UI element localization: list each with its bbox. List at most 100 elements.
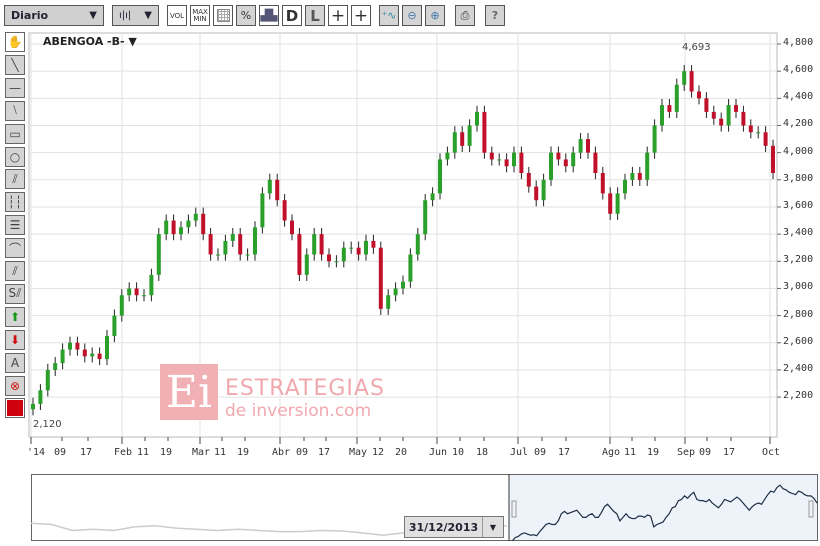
y-tick-label: 3,400 bbox=[783, 227, 814, 239]
candle-body bbox=[667, 105, 672, 112]
candle-body bbox=[578, 139, 583, 153]
candle-body bbox=[600, 173, 605, 194]
candle-body bbox=[38, 390, 43, 404]
chevron-down-icon: ▼ bbox=[128, 35, 137, 48]
x-tick-label: 09 bbox=[534, 447, 547, 458]
y-tick-label: 2,800 bbox=[783, 308, 814, 320]
candle-body bbox=[371, 240, 376, 248]
x-tick-label: Jun bbox=[429, 447, 448, 458]
candle-body bbox=[438, 159, 442, 194]
y-tick-label: 4,000 bbox=[783, 145, 814, 157]
candle-body bbox=[467, 125, 472, 146]
candle-body bbox=[134, 288, 139, 296]
y-tick-label: 4,400 bbox=[783, 91, 814, 103]
navigator-date-picker[interactable]: 31/12/2013 ▼ bbox=[404, 516, 504, 538]
candle-body bbox=[378, 247, 383, 309]
watermark-subtitle: de inversion.com bbox=[225, 401, 372, 421]
x-tick-label: 20 bbox=[395, 447, 408, 458]
candle-body bbox=[290, 220, 294, 235]
x-tick-label: 09 bbox=[54, 447, 67, 458]
candle-body bbox=[637, 173, 642, 180]
candle-body bbox=[608, 193, 613, 214]
candle-body bbox=[645, 152, 650, 180]
candle-body bbox=[504, 159, 509, 167]
candle-body bbox=[149, 274, 154, 296]
x-tick-label: May bbox=[349, 447, 368, 458]
candle-body bbox=[105, 335, 109, 360]
candle-body bbox=[319, 234, 324, 255]
candle-body bbox=[452, 132, 457, 153]
candle-body bbox=[164, 220, 169, 235]
y-tick-label: 2,200 bbox=[783, 390, 814, 402]
candle-body bbox=[771, 145, 775, 174]
y-tick-label: 2,600 bbox=[783, 335, 814, 347]
candle-body bbox=[267, 179, 272, 194]
y-tick-label: 3,800 bbox=[783, 172, 814, 184]
candle-body bbox=[282, 200, 287, 221]
candle-body bbox=[156, 234, 161, 275]
y-tick-label: 2,400 bbox=[783, 362, 814, 374]
x-tick-label: Sep bbox=[677, 447, 696, 458]
candle-body bbox=[719, 118, 724, 126]
symbol-selector[interactable]: ABENGOA -B- ▼ bbox=[43, 35, 137, 48]
candle-body bbox=[171, 220, 176, 235]
x-tick-label: Mar bbox=[192, 447, 211, 458]
plot-area bbox=[28, 32, 778, 438]
candle-body bbox=[45, 369, 50, 391]
candle-body bbox=[334, 261, 339, 263]
candle-body bbox=[704, 98, 709, 112]
candle-body bbox=[327, 254, 331, 262]
candle-body bbox=[674, 84, 679, 112]
y-tick-label: 3,000 bbox=[783, 281, 814, 293]
candle-body bbox=[593, 152, 598, 174]
candle-body bbox=[312, 234, 317, 255]
navigator-selection bbox=[509, 475, 817, 540]
candle-body bbox=[223, 240, 228, 255]
candle-body bbox=[75, 342, 80, 350]
candle-body bbox=[630, 173, 635, 180]
candle-body bbox=[193, 213, 198, 221]
watermark-title: ESTRATEGIAS bbox=[225, 376, 385, 401]
watermark-logo: Ei bbox=[160, 364, 218, 420]
candle-body bbox=[356, 247, 361, 255]
candle-body bbox=[756, 132, 761, 134]
candle-body bbox=[652, 125, 657, 153]
y-tick-label: 4,800 bbox=[783, 37, 814, 48]
min-price-label: 2,120 bbox=[33, 419, 62, 430]
x-tick-label: 10 bbox=[452, 447, 465, 458]
x-tick-label: Feb bbox=[114, 447, 133, 458]
x-tick-label: 18 bbox=[476, 447, 489, 458]
candle-body bbox=[460, 132, 465, 146]
candle-body bbox=[726, 105, 731, 126]
candle-body bbox=[541, 179, 546, 201]
candle-body bbox=[526, 173, 531, 187]
x-tick-label: 11 bbox=[624, 447, 637, 458]
x-tick-label: '14 bbox=[27, 447, 46, 458]
candle-body bbox=[90, 353, 95, 357]
candle-body bbox=[349, 247, 354, 249]
x-tick-label: 17 bbox=[318, 447, 331, 458]
x-tick-label: 09 bbox=[699, 447, 712, 458]
y-tick-label: 4,600 bbox=[783, 64, 814, 76]
x-tick-label: 09 bbox=[296, 447, 309, 458]
candle-body bbox=[430, 193, 435, 201]
candle-body bbox=[408, 254, 413, 282]
candle-body bbox=[401, 281, 405, 289]
candle-body bbox=[563, 159, 568, 167]
candle-body bbox=[475, 111, 479, 126]
candle-body bbox=[253, 227, 257, 255]
chevron-down-icon: ▼ bbox=[489, 522, 497, 532]
x-tick-label: 11 bbox=[214, 447, 227, 458]
price-chart[interactable] bbox=[0, 0, 820, 546]
candle-body bbox=[482, 111, 487, 153]
candle-body bbox=[734, 105, 738, 112]
candle-body bbox=[304, 254, 309, 275]
candle-body bbox=[179, 227, 183, 235]
candle-body bbox=[216, 254, 220, 256]
candle-body bbox=[364, 240, 368, 255]
x-tick-label: 17 bbox=[80, 447, 93, 458]
candle-body bbox=[230, 234, 235, 241]
candle-body bbox=[489, 152, 494, 160]
candle-body bbox=[31, 403, 35, 410]
candle-body bbox=[208, 234, 213, 255]
